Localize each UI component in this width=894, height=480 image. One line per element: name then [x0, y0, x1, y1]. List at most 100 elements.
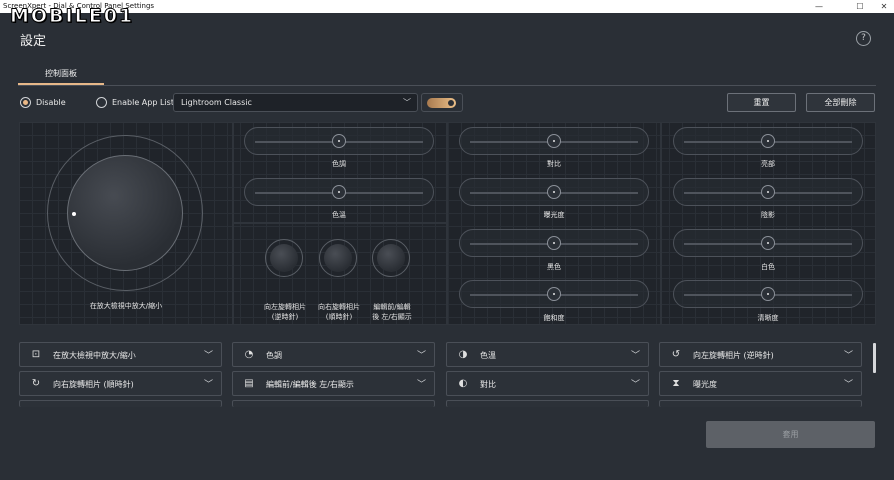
- page-title: 設定: [20, 34, 47, 49]
- slider-temperature[interactable]: [244, 178, 434, 206]
- exposure-icon: ⧗: [672, 378, 680, 389]
- dial-knob: [270, 244, 298, 272]
- assignment-label: 向左旋轉相片 (逆時針): [693, 351, 774, 360]
- dial-position-dot: [72, 212, 76, 216]
- control-layout-panel: 在放大檢視中放大/縮小 色調 色溫 向左旋轉相片 (逆時針) 向右旋轉相片 (順時針…: [19, 122, 876, 325]
- assignment-dropdown[interactable]: ◐ 對比 ﹀: [446, 371, 649, 396]
- slider-knob[interactable]: [332, 134, 346, 148]
- slider-label: 飽和度: [543, 314, 565, 322]
- apply-button[interactable]: 套用: [706, 421, 875, 448]
- slider-highlights[interactable]: [673, 127, 863, 155]
- disable-label: Disable: [36, 98, 66, 107]
- enable-app-list-radio[interactable]: [96, 97, 107, 108]
- dial-knob: [324, 244, 352, 272]
- slider-knob[interactable]: [761, 185, 775, 199]
- slider-contrast[interactable]: [459, 127, 649, 155]
- chevron-down-icon: ﹀: [843, 380, 853, 390]
- slider-whites[interactable]: [673, 229, 863, 257]
- slider-knob[interactable]: [761, 287, 775, 301]
- chevron-down-icon: ﹀: [630, 380, 640, 390]
- assignment-dropdown[interactable]: ▤ 編輯前/編輯後 左/右顯示 ﹀: [232, 371, 435, 396]
- help-icon[interactable]: ?: [856, 31, 871, 46]
- assignment-label: 曝光度: [693, 380, 717, 389]
- app-toggle-frame: [421, 93, 463, 112]
- chevron-down-icon: ﹀: [416, 351, 426, 361]
- mobile01-watermark: MOBILE01: [9, 5, 135, 28]
- chevron-down-icon: ﹀: [416, 380, 426, 390]
- mini-dial-label: 編輯前/編輯後 左/右顯示: [372, 303, 412, 321]
- slider-label: 黑色: [547, 263, 561, 271]
- slider-knob[interactable]: [547, 236, 561, 250]
- slider-knob[interactable]: [547, 134, 561, 148]
- slider-knob[interactable]: [332, 185, 346, 199]
- assignment-label: 編輯前/編輯後 左/右顯示: [266, 380, 354, 389]
- assignment-dropdown[interactable]: ◑ 色溫 ﹀: [446, 342, 649, 367]
- main-dial-label: 在放大檢視中放大/縮小: [89, 302, 163, 310]
- assignment-label: 向右旋轉相片 (順時針): [53, 380, 134, 389]
- slider-shadows[interactable]: [673, 178, 863, 206]
- chevron-down-icon: ﹀: [843, 351, 853, 361]
- reset-button[interactable]: 重置: [727, 93, 796, 112]
- rotate-right-dial[interactable]: [319, 239, 357, 277]
- temperature-icon: ◑: [458, 349, 468, 360]
- tab-divider: [18, 85, 876, 86]
- before-after-dial[interactable]: [372, 239, 410, 277]
- slider-label: 亮部: [761, 160, 775, 168]
- delete-all-button[interactable]: 全部刪除: [806, 93, 875, 112]
- rotate-left-dial[interactable]: [265, 239, 303, 277]
- mini-dial-label: 向左旋轉相片 (逆時針): [264, 303, 306, 321]
- assignment-dropdown[interactable]: ↺ 向左旋轉相片 (逆時針) ﹀: [659, 342, 862, 367]
- slider-tone[interactable]: [244, 127, 434, 155]
- slider-label: 清晰度: [757, 314, 779, 322]
- close-icon[interactable]: ✕: [874, 0, 894, 13]
- assignment-dropdown[interactable]: ↻ 向右旋轉相片 (順時針) ﹀: [19, 371, 222, 396]
- dial-knob: [377, 244, 405, 272]
- rotate-left-icon: ↺: [671, 349, 681, 360]
- minimize-icon[interactable]: —: [809, 0, 829, 13]
- main-dial-knob: [67, 155, 183, 271]
- slider-label: 白色: [761, 263, 775, 271]
- slider-blacks[interactable]: [459, 229, 649, 257]
- slider-label: 陰影: [761, 211, 775, 219]
- assignment-label: 對比: [480, 380, 496, 389]
- tone-icon: ◔: [244, 349, 254, 360]
- slider-label: 對比: [547, 160, 561, 168]
- assignment-label: 色調: [266, 351, 282, 360]
- assignment-dropdown[interactable]: [232, 400, 435, 407]
- slider-knob[interactable]: [761, 134, 775, 148]
- assignment-dropdown[interactable]: [19, 400, 222, 407]
- mini-dial-label: 向右旋轉相片 (順時針): [318, 303, 360, 321]
- slider-label: 曝光度: [543, 211, 565, 219]
- contrast-icon: ◐: [458, 378, 468, 389]
- app-toggle-switch[interactable]: [427, 98, 456, 108]
- disable-radio[interactable]: [20, 97, 31, 108]
- chevron-down-icon: ﹀: [203, 351, 213, 361]
- rotate-right-icon: ↻: [31, 378, 41, 389]
- main-dial[interactable]: [47, 135, 203, 291]
- zoom-frame-icon: ⊡: [31, 349, 41, 360]
- slider-knob[interactable]: [547, 185, 561, 199]
- enable-app-list-label: Enable App List: [112, 98, 174, 107]
- chevron-down-icon: ﹀: [630, 351, 640, 361]
- maximize-icon[interactable]: ☐: [850, 0, 870, 13]
- app-select-value: Lightroom Classic: [181, 98, 252, 107]
- slider-saturation[interactable]: [459, 280, 649, 308]
- assignment-dropdown[interactable]: [446, 400, 649, 407]
- chevron-down-icon: ﹀: [203, 380, 213, 390]
- assignment-label: 色溫: [480, 351, 496, 360]
- chevron-down-icon: ﹀: [403, 98, 411, 107]
- assignment-label: 在放大檢視中放大/縮小: [53, 351, 136, 360]
- app-select[interactable]: Lightroom Classic ﹀: [173, 93, 418, 112]
- assignment-dropdown[interactable]: [659, 400, 862, 407]
- slider-exposure[interactable]: [459, 178, 649, 206]
- before-after-icon: ▤: [244, 378, 254, 389]
- slider-label: 色溫: [332, 211, 346, 219]
- slider-knob[interactable]: [547, 287, 561, 301]
- slider-clarity[interactable]: [673, 280, 863, 308]
- assignments-scrollbar[interactable]: [873, 343, 876, 373]
- assignment-dropdown[interactable]: ⧗ 曝光度 ﹀: [659, 371, 862, 396]
- assignment-dropdown[interactable]: ◔ 色調 ﹀: [232, 342, 435, 367]
- slider-knob[interactable]: [761, 236, 775, 250]
- slider-label: 色調: [332, 160, 346, 168]
- assignment-dropdown[interactable]: ⊡ 在放大檢視中放大/縮小 ﹀: [19, 342, 222, 367]
